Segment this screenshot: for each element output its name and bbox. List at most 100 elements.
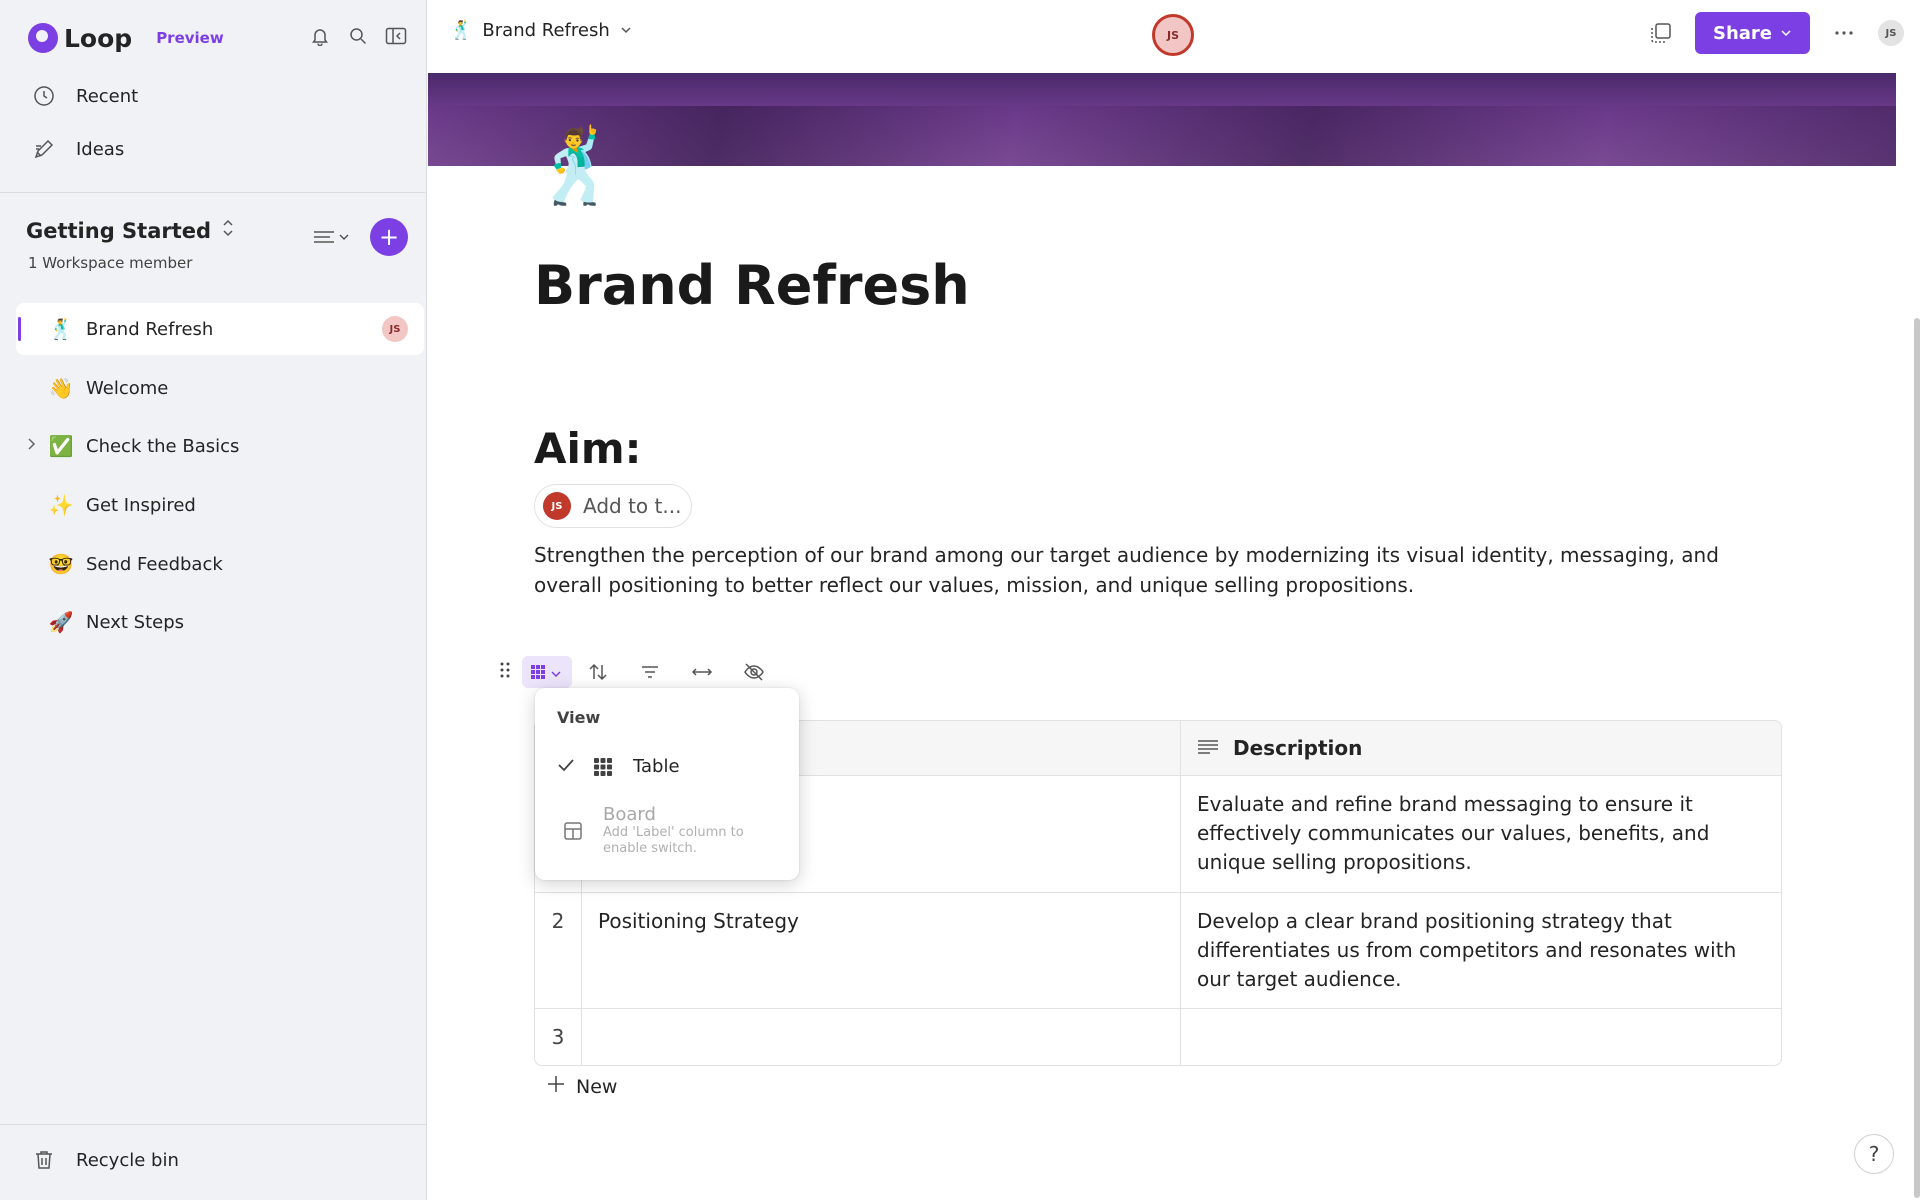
page-item-welcome[interactable]: 👋 Welcome	[16, 362, 424, 414]
table-row: 2 Positioning Strategy Develop a clear b…	[535, 892, 1781, 1008]
preview-badge: Preview	[156, 29, 224, 47]
share-label: Share	[1712, 22, 1772, 44]
filter-icon[interactable]	[624, 656, 676, 688]
column-width-icon[interactable]	[676, 656, 728, 688]
view-menu-title: View	[557, 708, 601, 727]
scrollbar[interactable]	[1914, 318, 1920, 1198]
page-item-get-inspired[interactable]: ✨ Get Inspired	[16, 479, 424, 531]
drag-handle-icon[interactable]	[500, 662, 510, 683]
nerd-emoji-icon: 🤓	[48, 552, 74, 576]
row-number[interactable]: 3	[535, 1009, 581, 1065]
sidebar-top-icons	[308, 24, 408, 48]
page-label: Send Feedback	[86, 553, 223, 575]
page-label: Check the Basics	[86, 435, 240, 457]
sort-menu-icon[interactable]	[312, 225, 352, 249]
workspace-title[interactable]: Getting Started	[26, 218, 235, 243]
cover-banner[interactable]	[428, 73, 1896, 166]
app-name: Loop	[64, 23, 133, 53]
share-button[interactable]: Share	[1694, 12, 1810, 54]
add-to-task-label: Add to t...	[583, 494, 682, 518]
chevron-down-icon	[620, 20, 632, 41]
add-to-task-pill[interactable]: JS Add to t...	[534, 484, 692, 528]
checkmark-icon	[557, 756, 581, 777]
view-menu: View Table Board Add 'Label' column to e…	[535, 688, 799, 880]
recycle-bin[interactable]: Recycle bin	[32, 1148, 179, 1172]
new-row-label: New	[576, 1075, 618, 1098]
name-cell[interactable]: Positioning Strategy	[581, 893, 1180, 1008]
table-option-label: Table	[633, 756, 680, 777]
text-lines-icon	[1197, 734, 1219, 763]
page-title[interactable]: Brand Refresh	[534, 254, 970, 317]
aim-paragraph[interactable]: Strengthen the perception of our brand a…	[534, 540, 1734, 600]
presence-avatar[interactable]: JS	[1152, 14, 1194, 56]
loop-logo-icon	[28, 23, 58, 53]
chevron-down-icon	[1780, 23, 1792, 44]
updown-chevron-icon	[221, 218, 235, 243]
chevron-right-icon[interactable]	[26, 437, 36, 455]
view-option-board: Board Add 'Label' column to enable switc…	[563, 804, 763, 857]
sparkles-emoji-icon: ✨	[48, 493, 74, 517]
add-page-button[interactable]: +	[370, 218, 408, 256]
page-emoji-icon[interactable]: 🕺	[532, 124, 622, 209]
description-cell[interactable]: Evaluate and refine brand messaging to e…	[1180, 776, 1781, 892]
sidebar-divider	[0, 192, 427, 193]
page-item-send-feedback[interactable]: 🤓 Send Feedback	[16, 538, 424, 590]
recycle-bin-label: Recycle bin	[76, 1149, 179, 1171]
page-label: Next Steps	[86, 611, 185, 633]
name-cell[interactable]	[581, 1009, 1180, 1065]
main-content: 🕺 Brand Refresh JS Share JS 🕺 Brand Refr…	[428, 0, 1920, 1200]
help-button[interactable]: ?	[1854, 1134, 1894, 1174]
new-row-button[interactable]: New	[546, 1074, 617, 1099]
avatar: JS	[543, 492, 571, 520]
checkbox-emoji-icon: ✅	[48, 434, 74, 458]
row-number[interactable]: 2	[535, 893, 581, 1008]
board-icon	[563, 821, 587, 841]
aim-heading[interactable]: Aim:	[534, 424, 641, 473]
top-bar: 🕺 Brand Refresh JS Share JS	[428, 0, 1920, 72]
plus-icon	[546, 1074, 566, 1099]
top-right-actions: Share JS	[1649, 12, 1904, 54]
header-description-cell[interactable]: Description	[1180, 721, 1781, 775]
page-label: Brand Refresh	[86, 318, 214, 340]
user-avatar[interactable]: JS	[1878, 20, 1904, 46]
wave-emoji-icon: 👋	[48, 376, 74, 400]
view-option-table[interactable]: Table	[557, 756, 680, 777]
nav-ideas-label: Ideas	[76, 138, 125, 160]
sidebar-bottom-divider	[0, 1124, 427, 1125]
table-row: 3	[535, 1008, 1781, 1065]
board-option-label: Board	[603, 804, 656, 825]
description-header: Description	[1233, 735, 1363, 760]
nav-recent-label: Recent	[76, 85, 139, 107]
collapse-sidebar-icon[interactable]	[384, 24, 408, 48]
nav-recent[interactable]: Recent	[32, 84, 138, 108]
more-options-icon[interactable]	[1832, 21, 1856, 45]
clock-icon	[32, 84, 56, 108]
workspace-actions: +	[312, 218, 408, 256]
rocket-emoji-icon: 🚀	[48, 610, 74, 634]
page-item-check-the-basics[interactable]: ✅ Check the Basics	[16, 420, 424, 472]
board-option-text: Board Add 'Label' column to enable switc…	[603, 804, 763, 857]
avatar: JS	[382, 316, 408, 342]
page-item-next-steps[interactable]: 🚀 Next Steps	[16, 596, 424, 648]
search-icon[interactable]	[346, 24, 370, 48]
dancer-emoji-icon: 🕺	[48, 317, 74, 341]
page-item-brand-refresh[interactable]: 🕺 Brand Refresh JS	[16, 303, 424, 355]
description-cell[interactable]	[1180, 1009, 1781, 1065]
nav-ideas[interactable]: Ideas	[32, 137, 124, 161]
hide-columns-icon[interactable]	[728, 656, 780, 688]
page-label: Welcome	[86, 377, 169, 399]
doc-title-text: Brand Refresh	[482, 20, 610, 41]
bell-icon[interactable]	[308, 24, 332, 48]
trash-icon	[32, 1148, 56, 1172]
workspace-members: 1 Workspace member	[28, 254, 193, 272]
description-cell[interactable]: Develop a clear brand positioning strate…	[1180, 893, 1781, 1008]
doc-title-menu[interactable]: 🕺 Brand Refresh	[450, 20, 632, 41]
page-label: Get Inspired	[86, 494, 196, 516]
workspace-view-icon[interactable]	[1649, 21, 1673, 45]
table-toolbar	[500, 656, 780, 688]
view-switcher-button[interactable]	[522, 656, 572, 688]
sort-icon[interactable]	[572, 656, 624, 688]
workspace-title-text: Getting Started	[26, 218, 212, 243]
dancer-emoji-icon: 🕺	[450, 20, 473, 41]
board-option-hint: Add 'Label' column to enable switch.	[603, 825, 744, 856]
